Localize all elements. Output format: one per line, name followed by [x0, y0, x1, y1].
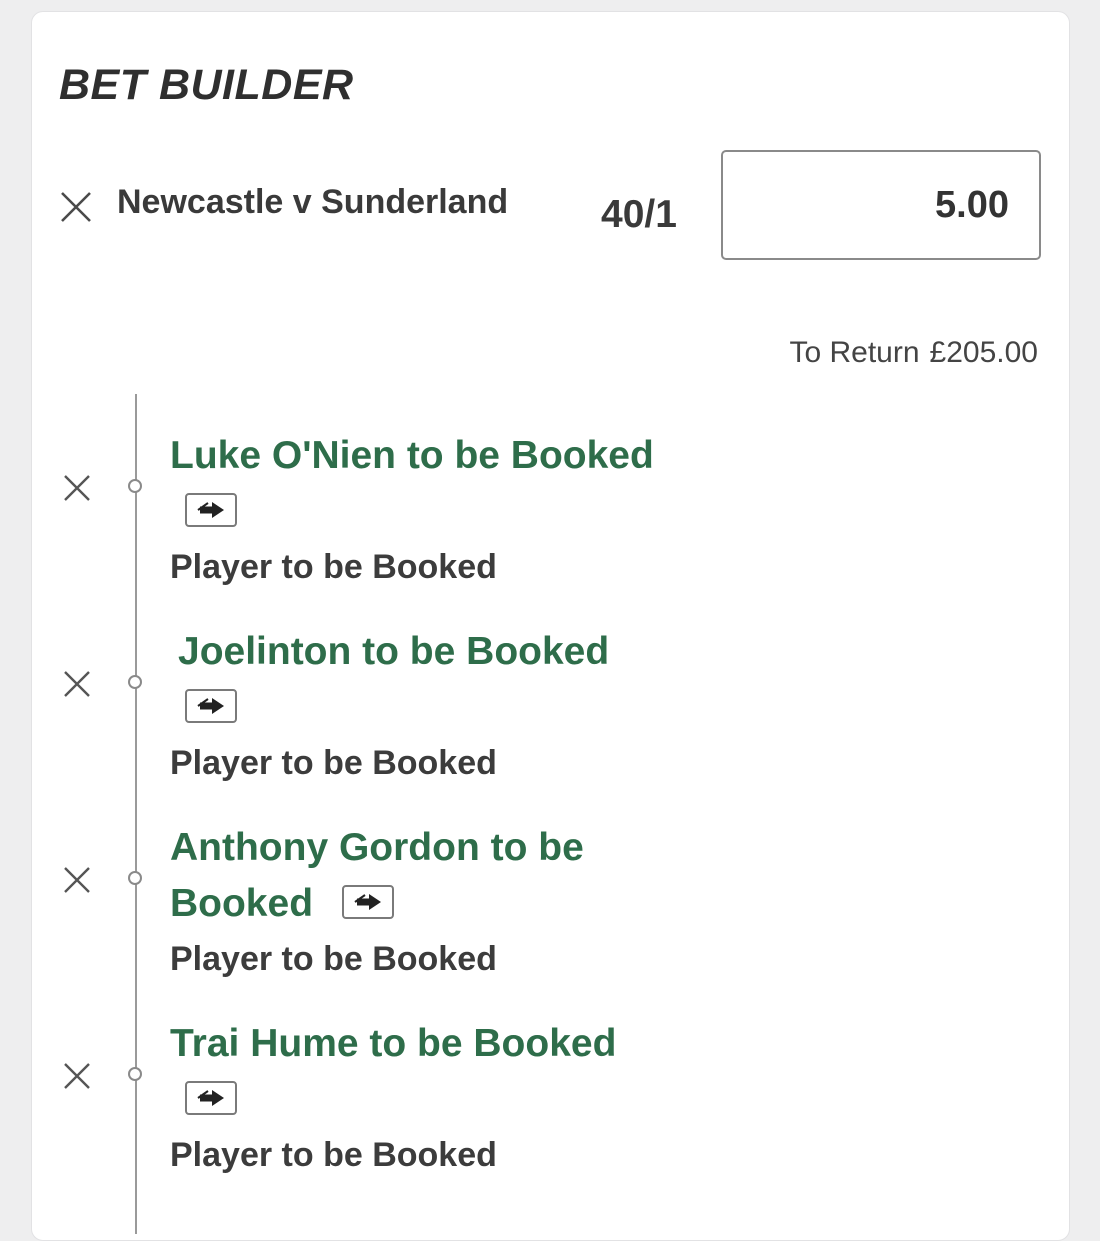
leg-1-market: Player to be Booked — [170, 548, 497, 586]
timeline-node — [128, 675, 142, 689]
timeline-node — [128, 1067, 142, 1081]
bet-builder-title: BET BUILDER — [59, 61, 354, 109]
remove-leg-4-close-icon[interactable] — [60, 1059, 94, 1093]
leg-3-title-line-1[interactable]: Anthony Gordon to be — [170, 820, 730, 876]
remove-leg-3-close-icon[interactable] — [60, 863, 94, 897]
leg-3-title-line-2[interactable]: Booked — [170, 876, 313, 932]
event-name: Newcastle v Sunderland — [117, 183, 509, 221]
selection-timeline — [135, 394, 137, 1234]
remove-leg-2-close-icon[interactable] — [60, 667, 94, 701]
to-return: To Return £205.00 — [789, 335, 1038, 371]
leg-2-market: Player to be Booked — [170, 744, 497, 782]
swap-arrow-icon[interactable] — [185, 1081, 237, 1115]
bet-odds: 40/1 — [601, 193, 677, 236]
bet-builder-card: BET BUILDER Newcastle v Sunderland 40/1 … — [31, 11, 1070, 1241]
leg-4-market: Player to be Booked — [170, 1136, 497, 1174]
to-return-label: To Return — [789, 336, 920, 369]
swap-arrow-icon[interactable] — [342, 885, 394, 919]
remove-leg-1-close-icon[interactable] — [60, 471, 94, 505]
swap-arrow-icon[interactable] — [185, 493, 237, 527]
to-return-value: £205.00 — [929, 336, 1038, 369]
leg-2-title[interactable]: Joelinton to be Booked — [178, 624, 738, 680]
remove-bet-close-icon[interactable] — [59, 190, 93, 224]
leg-1-title[interactable]: Luke O'Nien to be Booked — [170, 428, 730, 484]
leg-3-market: Player to be Booked — [170, 940, 497, 978]
swap-arrow-icon[interactable] — [185, 689, 237, 723]
timeline-node — [128, 479, 142, 493]
stake-input[interactable] — [721, 150, 1041, 260]
leg-4-title[interactable]: Trai Hume to be Booked — [170, 1016, 730, 1072]
timeline-node — [128, 871, 142, 885]
